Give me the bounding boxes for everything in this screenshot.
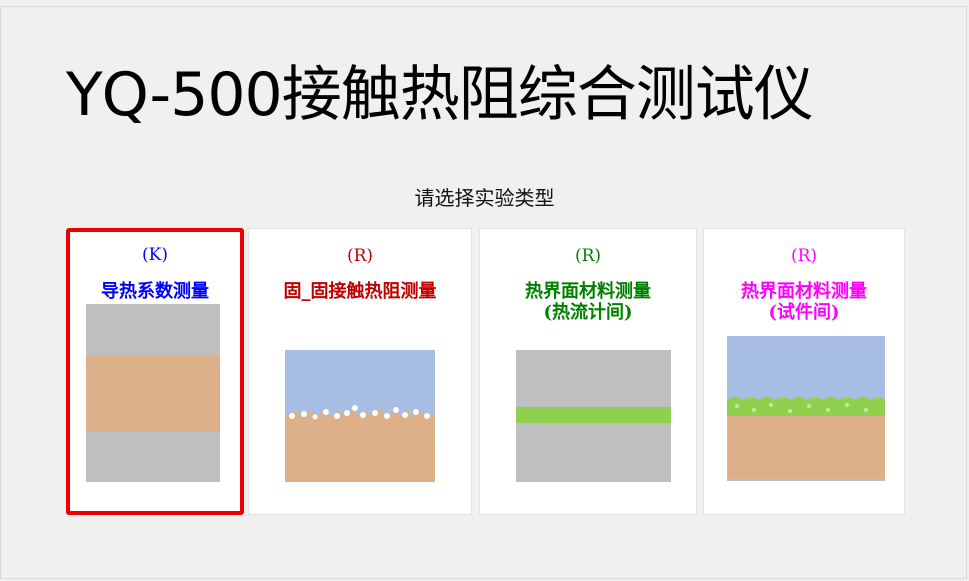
- experiment-card-tim-between-specimens[interactable]: (R) 热界面材料测量 (试件间): [703, 228, 905, 515]
- app-title: YQ-500接触热阻综合测试仪: [66, 60, 814, 130]
- card-title: 固_固接触热阻测量: [283, 281, 437, 302]
- card-title: 导热系数测量: [101, 281, 209, 302]
- card-tag: (K): [142, 245, 168, 265]
- instruction-label: 请选择实验类型: [414, 186, 555, 210]
- sample-layers-illustration: [86, 304, 220, 482]
- card-subtitle: (试件间): [768, 302, 840, 323]
- tim-specimen-illustration: [727, 336, 885, 481]
- card-title: 热界面材料测量: [741, 281, 867, 302]
- card-tag: (R): [790, 246, 818, 266]
- card-tag: (R): [574, 246, 602, 266]
- card-title: 热界面材料测量: [525, 281, 651, 302]
- card-tag: (R): [346, 246, 374, 266]
- card-subtitle: (热流计间): [543, 302, 633, 323]
- tim-layer-illustration: [516, 350, 671, 482]
- experiment-card-thermal-conductivity[interactable]: (K) 导热系数测量: [66, 228, 244, 515]
- contact-interface-illustration: [285, 350, 435, 482]
- experiment-card-solid-contact-resistance[interactable]: (R) 固_固接触热阻测量: [248, 228, 472, 515]
- experiment-card-tim-between-meters[interactable]: (R) 热界面材料测量 (热流计间): [479, 228, 697, 515]
